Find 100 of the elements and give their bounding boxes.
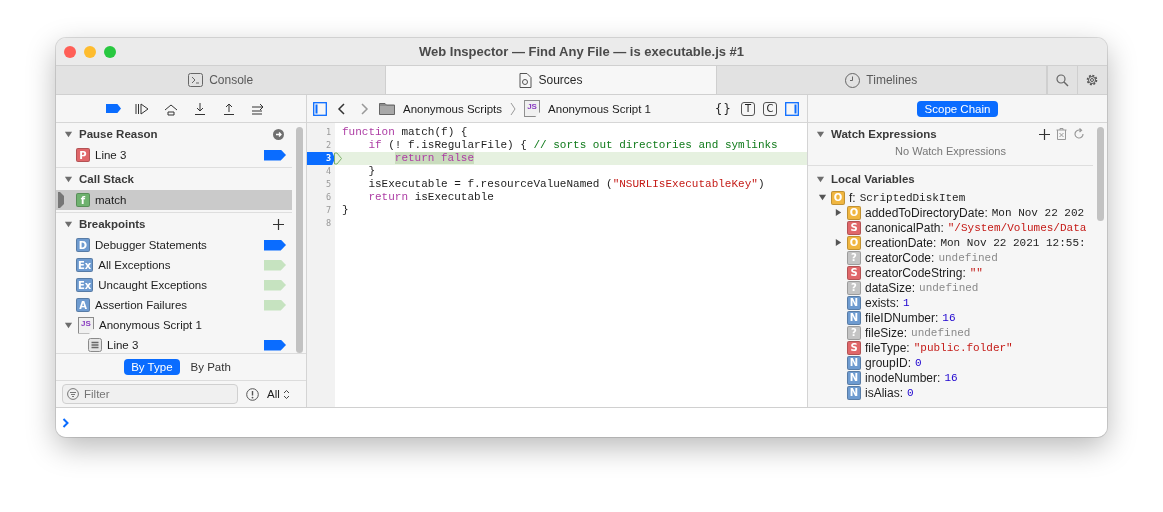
property-name: canonicalPath:: [865, 220, 944, 235]
script-icon: JS: [78, 316, 94, 334]
property-value: 16: [944, 371, 958, 384]
path-crumb[interactable]: Anonymous Scripts: [403, 102, 503, 115]
disclosure-icon[interactable]: [816, 129, 825, 139]
property-value: undefined: [938, 251, 998, 264]
type-icon: f: [76, 193, 90, 207]
breakpoint-label[interactable]: Debugger Statements: [95, 239, 207, 251]
property-value: 16: [942, 311, 956, 324]
tab[interactable]: Timelines: [716, 66, 1047, 94]
window-title: Web Inspector — Find Any File — is executable.js #1: [418, 44, 745, 59]
scope-toggle[interactable]: By Type: [124, 359, 180, 375]
go-to-icon[interactable]: [273, 128, 284, 140]
trash-icon[interactable]: [1056, 128, 1067, 140]
property-value: "public.folder": [913, 341, 1013, 354]
empty-message: No Watch Expressions: [895, 145, 1006, 157]
breakpoint-flag[interactable]: [264, 239, 286, 251]
editor-button[interactable]: {}: [713, 101, 733, 116]
property-name: creatorCodeString:: [865, 265, 966, 280]
settings-icon[interactable]: [1085, 73, 1100, 87]
type-icon: O: [831, 190, 845, 205]
path-crumb[interactable]: Anonymous Script 1: [548, 102, 651, 115]
step-icon[interactable]: [250, 101, 266, 116]
step-out-icon[interactable]: [221, 101, 237, 116]
type-icon: Ex: [76, 258, 94, 272]
disclosure-icon[interactable]: [818, 193, 827, 202]
section-title: Pause Reason: [79, 128, 158, 140]
script-icon: JS: [524, 100, 541, 117]
type-icon: ?: [847, 280, 861, 295]
property-name: dataSize:: [865, 280, 916, 295]
breakpoint-flag[interactable]: [264, 339, 286, 351]
disclosure-icon[interactable]: [834, 208, 843, 217]
property-name: addedToDirectoryDate:: [865, 205, 988, 220]
refresh-icon[interactable]: [1073, 128, 1085, 140]
folder-icon: [379, 102, 395, 115]
property-name: isAlias:: [865, 385, 903, 400]
add-icon[interactable]: [273, 218, 284, 230]
scrollbar[interactable]: [1096, 127, 1104, 221]
editor-button[interactable]: T: [741, 101, 755, 116]
step-into-icon[interactable]: [192, 101, 208, 116]
scope-toggle[interactable]: By Path: [183, 359, 238, 375]
type-icon: ?: [847, 325, 861, 340]
type-icon: P: [76, 148, 90, 162]
execution-arrow-icon: [334, 152, 342, 165]
code-line: function match(f) {: [341, 126, 469, 139]
property-name: fileType:: [865, 340, 910, 355]
warning-icon[interactable]: [246, 387, 259, 401]
property-value: Mon Nov 22 202: [991, 206, 1085, 219]
type-icon: O: [847, 235, 861, 250]
property-value: ScriptedDiskItem: [859, 191, 966, 204]
pause-location[interactable]: Line 3: [95, 149, 127, 161]
scope-chain-button[interactable]: Scope Chain: [916, 100, 999, 117]
sidebar-toggle-icon[interactable]: [313, 101, 327, 116]
type-icon: S: [847, 265, 861, 280]
disclosure-icon[interactable]: [834, 238, 843, 247]
property-name: creatorCode:: [865, 250, 935, 265]
type-icon: S: [847, 220, 861, 235]
disclosure-icon[interactable]: [64, 320, 73, 330]
filter-icon: [67, 388, 79, 400]
prompt-icon[interactable]: [62, 417, 70, 428]
property-name: groupID:: [865, 355, 912, 370]
property-name: fileSize:: [865, 325, 908, 340]
type-icon: A: [76, 298, 90, 312]
property-value: "/System/Volumes/Data: [947, 221, 1087, 234]
breakpoint-flag[interactable]: [264, 149, 286, 161]
code-line: if (! f.isRegularFile) { // sorts out directories and symlinks: [367, 139, 779, 152]
disclosure-icon[interactable]: [64, 219, 73, 229]
property-value: 1: [903, 296, 910, 309]
sidebar-toggle-icon[interactable]: [785, 101, 799, 116]
breakpoint-label[interactable]: Assertion Failures: [95, 299, 188, 311]
breakpoint-label[interactable]: Anonymous Script 1: [99, 319, 202, 331]
breakpoint-label[interactable]: Uncaught Exceptions: [98, 279, 207, 291]
type-icon: N: [847, 355, 861, 370]
type-icon: N: [847, 385, 861, 400]
property-name: fileIDNumber:: [865, 310, 939, 325]
property-value: Mon Nov 22 2021 12:55:: [940, 236, 1086, 249]
search-icon[interactable]: [1056, 73, 1069, 87]
type-icon: D: [76, 238, 90, 252]
clock-icon: [845, 72, 861, 88]
breakpoint-label[interactable]: All Exceptions: [98, 259, 171, 271]
property-value: undefined: [919, 281, 979, 294]
call-frame[interactable]: f match: [56, 190, 292, 210]
disclosure-icon[interactable]: [816, 174, 825, 184]
section-title: Local Variables: [831, 173, 915, 185]
scope-select[interactable]: All: [267, 388, 290, 400]
breakpoint-label[interactable]: Line 3: [107, 339, 139, 351]
disclosure-icon[interactable]: [64, 129, 73, 139]
close-button[interactable]: [64, 46, 76, 58]
tab[interactable]: Sources: [386, 66, 717, 94]
breakpoints-toggle-icon[interactable]: [106, 104, 121, 113]
editor-button[interactable]: C: [763, 101, 777, 116]
add-icon[interactable]: [1039, 128, 1050, 140]
disclosure-icon[interactable]: [64, 174, 73, 184]
filter-field[interactable]: Filter: [62, 384, 238, 404]
line-number[interactable]: 3: [307, 152, 335, 165]
scrollbar[interactable]: [295, 127, 303, 353]
up-down-icon: [282, 388, 290, 400]
code-line: return isExecutable: [367, 191, 495, 204]
resume-icon[interactable]: [134, 101, 150, 116]
active-frame-icon: [58, 192, 64, 208]
